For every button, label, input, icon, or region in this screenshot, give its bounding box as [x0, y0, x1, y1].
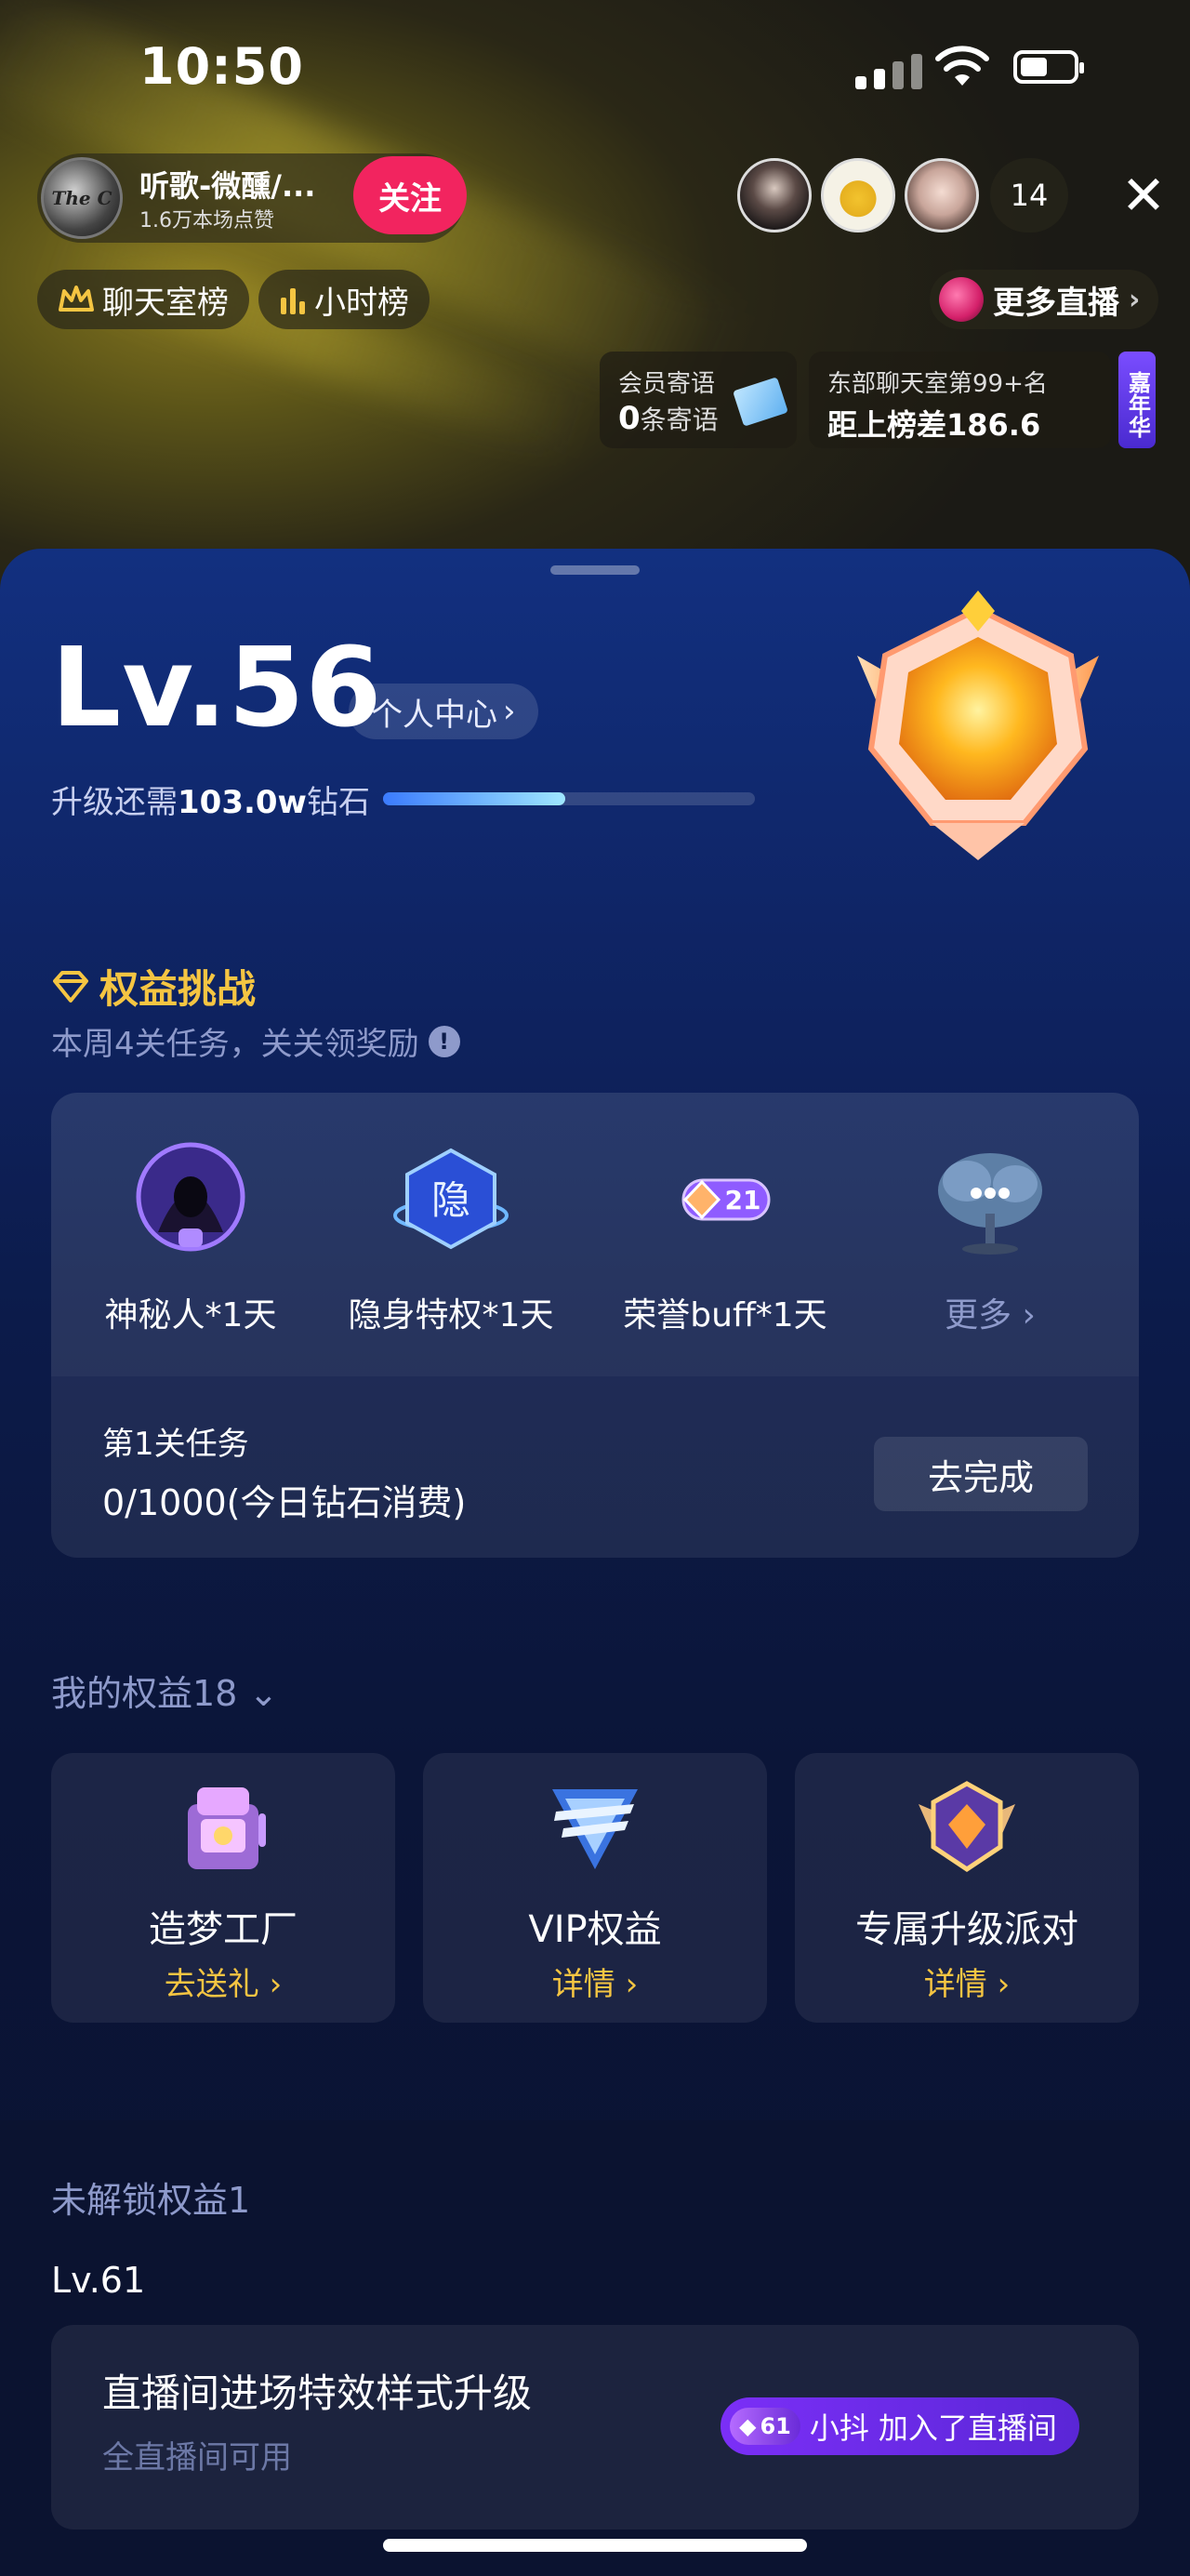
member-message-unit: 条寄语 [640, 405, 719, 435]
info-icon[interactable]: ! [428, 1025, 460, 1057]
viewer-avatar[interactable] [737, 158, 812, 232]
reward-more[interactable]: 更多 › [869, 1139, 1111, 1336]
reward-label: 神秘人*1天 [104, 1296, 277, 1334]
upgrade-diamonds: 103.0w [178, 784, 307, 821]
carnival-badge[interactable]: 嘉年华 [1118, 352, 1156, 448]
locked-right-subtitle: 全直播间可用 [102, 2439, 292, 2476]
level-progress-bar [383, 792, 755, 805]
member-message-count: 0 [618, 400, 641, 437]
locked-level: Lv.61 [51, 2260, 146, 2301]
live-orb-icon [939, 277, 984, 322]
level-badge-icon [857, 591, 1099, 860]
svg-text:21: 21 [725, 1185, 761, 1215]
task-progress: 0/1000(今日钻石消费) [102, 1482, 467, 1523]
status-bar: 10:50 [0, 0, 1190, 139]
level-panel: Lv.56 个人中心 › 升级还需103.0w钻石 权益挑战 本周4关任务，关关… [0, 549, 1190, 2576]
level-value: Lv.56 [51, 623, 383, 751]
wifi-icon [935, 46, 989, 86]
right-name: VIP权益 [528, 1908, 662, 1951]
battery-icon [1013, 50, 1084, 84]
right-card[interactable]: 造梦工厂 去送礼 › [51, 1753, 395, 2023]
clock: 10:50 [139, 37, 304, 96]
reward-item[interactable]: 21 荣誉buff*1天 [604, 1139, 846, 1336]
diamond-icon: ◆ [739, 2413, 757, 2439]
hour-rank-label: 小时榜 [314, 284, 409, 322]
chevron-down-icon: ⌄ [237, 1673, 279, 1714]
hour-rank-chip[interactable]: 小时榜 [258, 270, 430, 329]
my-rights-toggle[interactable]: 我的权益18 ⌄ [51, 1665, 278, 1716]
member-message-card[interactable]: 会员寄语 0条寄语 [600, 352, 797, 448]
home-indicator[interactable] [383, 2539, 807, 2552]
personal-center-link[interactable]: 个人中心 › [349, 684, 538, 739]
right-action: 详情 [551, 1966, 615, 2003]
level-chip: ◆ 61 [730, 2408, 800, 2445]
chevron-right-icon: › [258, 1966, 283, 2003]
more-label: 更多 [945, 1296, 1012, 1334]
envelope-icon [733, 377, 788, 427]
diamond-outline-icon [53, 970, 88, 1003]
reward-item[interactable]: 隐 隐身特权*1天 [330, 1139, 572, 1336]
chevron-right-icon: › [986, 1966, 1011, 2003]
room-rank-gap: 距上榜差186.6 [827, 407, 1041, 443]
chat-rank-chip[interactable]: 聊天室榜 [37, 270, 249, 329]
svg-text:隐: 隐 [431, 1177, 470, 1223]
personal-center-label: 个人中心 [371, 696, 497, 734]
drag-handle[interactable] [550, 565, 640, 575]
viewer-avatar[interactable] [821, 158, 895, 232]
right-card[interactable]: VIP权益 详情 › [423, 1753, 767, 2023]
host-name: 听歌-微醺/... [139, 168, 316, 204]
chat-rank-label: 聊天室榜 [102, 284, 229, 322]
locked-title: 未解锁权益1 [51, 2180, 251, 2221]
chevron-right-icon: › [503, 693, 516, 730]
preview-user: 小抖 [809, 2410, 869, 2446]
mystery-person-icon [136, 1142, 245, 1252]
right-action: 详情 [923, 1966, 987, 2003]
vip-icon [552, 1789, 638, 1869]
screen: 10:50 The C 听歌-微醺/... 1.6万本场点赞 关注 14 ✕ 聊… [0, 0, 1190, 2576]
bar-chart-icon [281, 288, 305, 314]
right-name: 造梦工厂 [149, 1908, 298, 1951]
crown-icon [59, 285, 94, 312]
locked-right-card[interactable]: 直播间进场特效样式升级 全直播间可用 ◆ 61 小抖 加入了直播间 [51, 2325, 1139, 2530]
honor-buff-icon: 21 [681, 1178, 771, 1221]
chevron-right-icon: › [615, 1966, 639, 2003]
chevron-right-icon: › [1012, 1296, 1036, 1334]
more-tree-icon [938, 1153, 1042, 1255]
reward-label: 荣誉buff*1天 [623, 1296, 827, 1334]
preview-text: 加入了直播间 [878, 2410, 1057, 2446]
right-name: 专属升级派对 [855, 1908, 1078, 1951]
challenge-subtitle: 本周4关任务，关关领奖励 ! [51, 1018, 460, 1064]
chevron-right-icon: › [1129, 283, 1141, 316]
more-live-button[interactable]: 更多直播 › [930, 270, 1159, 329]
signal-icon [855, 54, 922, 89]
follow-button[interactable]: 关注 [353, 156, 467, 234]
host-avatar[interactable]: The C [41, 157, 123, 239]
right-action: 去送礼 [164, 1966, 259, 2003]
host-likes: 1.6万本场点赞 [139, 209, 274, 232]
room-rank-card[interactable]: 东部聊天室第99+名 距上榜差186.6 [809, 352, 1111, 448]
viewer-count[interactable]: 14 [990, 158, 1068, 232]
member-message-title: 会员寄语 [618, 370, 716, 398]
more-live-label: 更多直播 [993, 284, 1119, 322]
dream-factory-icon [188, 1787, 266, 1869]
task-title: 第1关任务 [102, 1426, 249, 1463]
party-badge-icon [919, 1781, 1015, 1873]
close-icon[interactable]: ✕ [1116, 167, 1171, 223]
go-complete-button[interactable]: 去完成 [874, 1437, 1088, 1511]
challenge-title: 权益挑战 [51, 958, 256, 1015]
challenge-card: 神秘人*1天 隐 隐身特权*1天 21 荣誉buff*1天 更多 › 第1关任务… [51, 1093, 1139, 1558]
upgrade-requirement: 升级还需103.0w钻石 [51, 784, 370, 821]
invisible-icon: 隐 [393, 1148, 509, 1250]
entry-effect-preview: ◆ 61 小抖 加入了直播间 [721, 2397, 1079, 2455]
reward-item[interactable]: 神秘人*1天 [70, 1139, 311, 1336]
viewer-avatar[interactable] [905, 158, 979, 232]
right-card[interactable]: 专属升级派对 详情 › [795, 1753, 1139, 2023]
reward-label: 隐身特权*1天 [348, 1296, 554, 1334]
room-rank-title: 东部聊天室第99+名 [827, 370, 1048, 398]
locked-right-title: 直播间进场特效样式升级 [102, 2370, 533, 2416]
